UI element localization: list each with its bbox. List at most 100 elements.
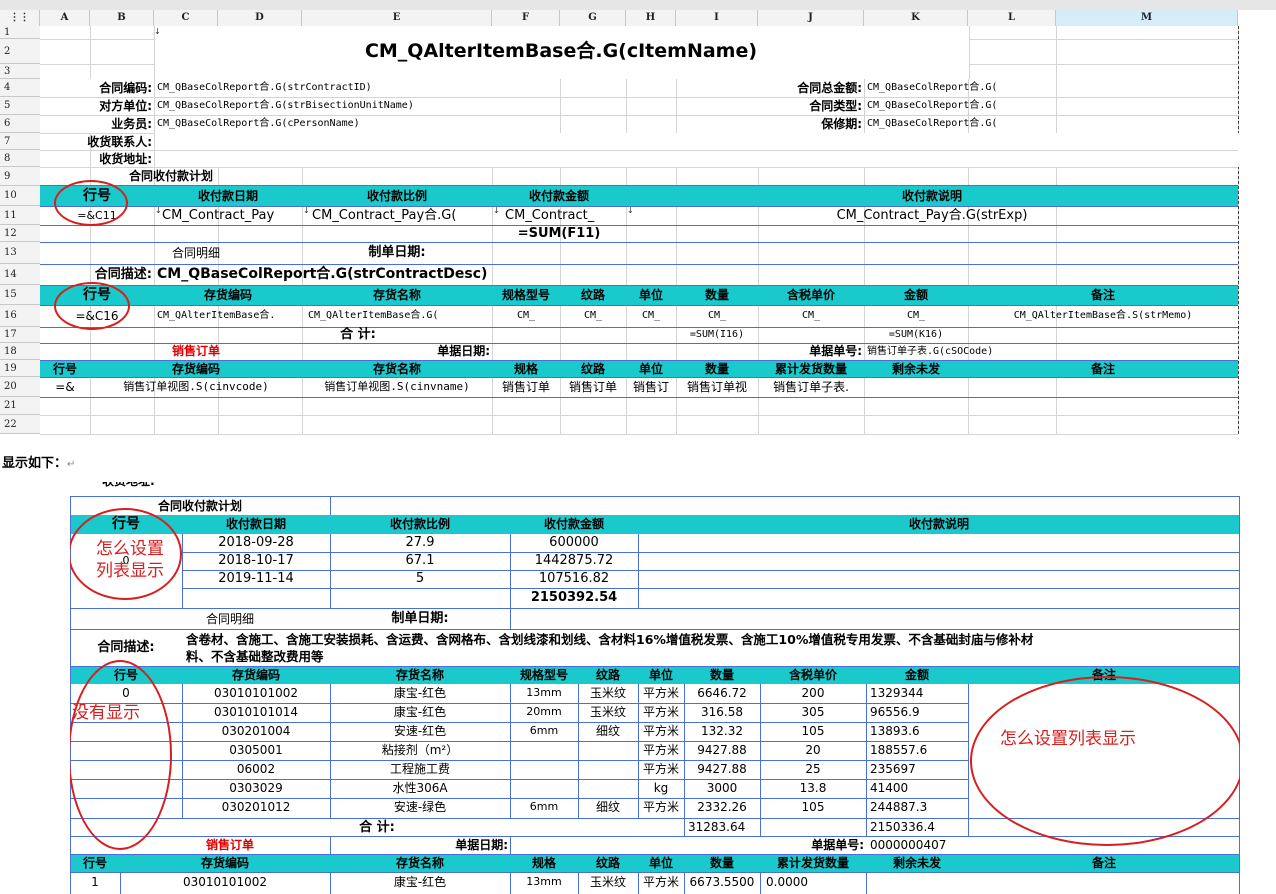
plan-amount-formula[interactable]: CM_Contract_	[505, 206, 626, 225]
row-header[interactable]: 7	[0, 133, 40, 150]
so-header-shipped: 累计发货数量	[774, 362, 847, 376]
plan-header-date: 收付款日期	[197, 189, 258, 203]
counterparty-value[interactable]: CM_QBaseColReport合.G(strBisectionUnitNam…	[157, 97, 557, 115]
result-items-hdr-amount: 金额	[904, 668, 929, 682]
so-header-grain: 纹路	[580, 362, 605, 376]
contract-desc-formula[interactable]: CM_QBaseColReport合.G(strContractDesc)	[157, 264, 757, 285]
items-spec-formula[interactable]: CM_	[492, 305, 560, 327]
row-header[interactable]: 5	[0, 97, 40, 115]
item-name: 工程施工费	[389, 762, 450, 776]
item-grain: 玉米纹	[589, 686, 626, 700]
items-unit-formula[interactable]: CM_	[626, 305, 676, 327]
items-remark-formula[interactable]: CM_QAlterItemBase合.S(strMemo)	[968, 305, 1238, 327]
item-price: 20	[805, 743, 821, 757]
result-so-hdr-unit: 单位	[648, 856, 673, 870]
so-rowno-formula[interactable]: =&	[40, 377, 90, 397]
select-all-corner[interactable]: ⋮⋮	[0, 10, 40, 26]
so-header-code: 存货编码	[171, 362, 220, 376]
column-header-b[interactable]: B	[90, 10, 154, 26]
so-unit-formula[interactable]: 销售订	[626, 377, 676, 397]
so-header-remark: 备注	[1090, 362, 1115, 376]
plan-header-ratio: 收付款比例	[366, 189, 427, 203]
column-header-f[interactable]: F	[492, 10, 560, 26]
salesperson-label: 业务员:	[111, 117, 152, 131]
row-header[interactable]: 11	[0, 206, 40, 225]
result-items-hdr-unit: 单位	[648, 668, 673, 682]
items-sum-qty-formula[interactable]: =SUM(I16)	[676, 327, 758, 343]
item-qty: 3000	[706, 781, 738, 795]
column-header-a[interactable]: A	[40, 10, 90, 26]
contract-code-value[interactable]: CM_QBaseColReport合.G(strContractID)	[157, 79, 557, 97]
column-header-d[interactable]: D	[218, 10, 302, 26]
items-qty-formula[interactable]: CM_	[676, 305, 758, 327]
result-so-hdr-code: 存货编码	[200, 856, 249, 870]
row-header[interactable]: 20	[0, 377, 40, 397]
result-so-hdr-rowno: 行号	[82, 856, 107, 870]
result-so-date-label: 单据日期:	[455, 838, 508, 852]
so-name-formula[interactable]: 销售订单视图.S(cinvname)	[302, 377, 492, 397]
column-header-i[interactable]: I	[676, 10, 758, 26]
row-header[interactable]: 12	[0, 225, 40, 242]
plan-desc-formula[interactable]: CM_Contract_Pay合.G(strExp)	[626, 206, 1238, 225]
row-header[interactable]: 13	[0, 242, 40, 264]
annotation-note-1: 怎么设置 列表显示	[96, 539, 164, 581]
items-amount-formula[interactable]: CM_	[864, 305, 968, 327]
row-header[interactable]: 3	[0, 64, 40, 79]
plan-row-date: 2018-09-28	[218, 535, 294, 550]
doc-no-formula[interactable]: 销售订单子表.G(cSOCode)	[867, 343, 1147, 360]
column-header-k[interactable]: K	[864, 10, 968, 26]
plan-ratio-formula[interactable]: CM_Contract_Pay合.G(	[312, 206, 492, 225]
result-plan-hdr-desc: 收付款说明	[908, 517, 969, 531]
so-shipped-formula[interactable]: 销售订单子表.	[758, 377, 864, 397]
row-header[interactable]: 1	[0, 26, 40, 39]
row-header[interactable]: 8	[0, 150, 40, 167]
result-sum-amount: 2150336.4	[870, 820, 935, 834]
column-header-h[interactable]: H	[626, 10, 676, 26]
row-header[interactable]: 6	[0, 115, 40, 133]
row-header[interactable]: 18	[0, 343, 40, 360]
items-sum-amount-formula[interactable]: =SUM(K16)	[864, 327, 968, 343]
row-header[interactable]: 2	[0, 39, 40, 64]
row-header[interactable]: 22	[0, 415, 40, 434]
result-items-hdr-code: 存货编码	[231, 668, 280, 682]
row-header[interactable]: 14	[0, 264, 40, 285]
so-header-remaining: 剩余未发	[891, 362, 940, 376]
contract-type-value[interactable]: CM_QBaseColReport合.G(	[867, 97, 1037, 115]
items-name-formula[interactable]: CM_QAlterItemBase合.G(	[308, 305, 492, 327]
column-header-l[interactable]: L	[968, 10, 1056, 26]
receiver-address-label: 收货地址:	[99, 152, 152, 166]
item-unit: kg	[653, 781, 669, 795]
items-grain-formula[interactable]: CM_	[560, 305, 626, 327]
plan-sum-formula[interactable]: =SUM(F11)	[492, 225, 626, 242]
so-qty-formula[interactable]: 销售订单视	[676, 377, 758, 397]
column-header-g[interactable]: G	[560, 10, 626, 26]
column-header-c[interactable]: C	[154, 10, 218, 26]
row-header[interactable]: 4	[0, 79, 40, 97]
warranty-value[interactable]: CM_QBaseColReport合.G(	[867, 115, 1037, 133]
items-price-formula[interactable]: CM_	[758, 305, 864, 327]
result-desc-line2: 料、不含基础整改费用等	[186, 649, 324, 664]
item-qty: 9427.88	[697, 762, 747, 776]
result-so-hdr-remark: 备注	[1091, 856, 1116, 870]
column-header-j[interactable]: J	[758, 10, 864, 26]
row-header[interactable]: 21	[0, 397, 40, 415]
sheet-title[interactable]: CM_QAlterItemBase合.G(cItemName)	[154, 39, 968, 64]
row-header[interactable]: 9	[0, 167, 40, 186]
item-name: 康宝-红色	[393, 686, 447, 700]
column-header-m[interactable]: M	[1056, 10, 1238, 26]
sales-order-label: 销售订单	[171, 344, 220, 358]
row-header[interactable]: 19	[0, 360, 40, 377]
column-header-e[interactable]: E	[302, 10, 492, 26]
row-header[interactable]: 15	[0, 285, 40, 305]
plan-date-formula[interactable]: CM_Contract_Pay	[162, 206, 302, 225]
items-header-code: 存货编码	[203, 288, 252, 302]
contract-total-value[interactable]: CM_QBaseColReport合.G(	[867, 79, 1037, 97]
row-header[interactable]: 16	[0, 305, 40, 327]
items-code-formula[interactable]: CM_QAlterItemBase合.	[157, 305, 302, 327]
so-grain-formula[interactable]: 销售订单	[560, 377, 626, 397]
so-code-formula[interactable]: 销售订单视图.S(cinvcode)	[90, 377, 302, 397]
salesperson-value[interactable]: CM_QBaseColReport合.G(cPersonName)	[157, 115, 557, 133]
so-spec-formula[interactable]: 销售订单	[492, 377, 560, 397]
row-header[interactable]: 17	[0, 327, 40, 343]
row-header[interactable]: 10	[0, 186, 40, 206]
